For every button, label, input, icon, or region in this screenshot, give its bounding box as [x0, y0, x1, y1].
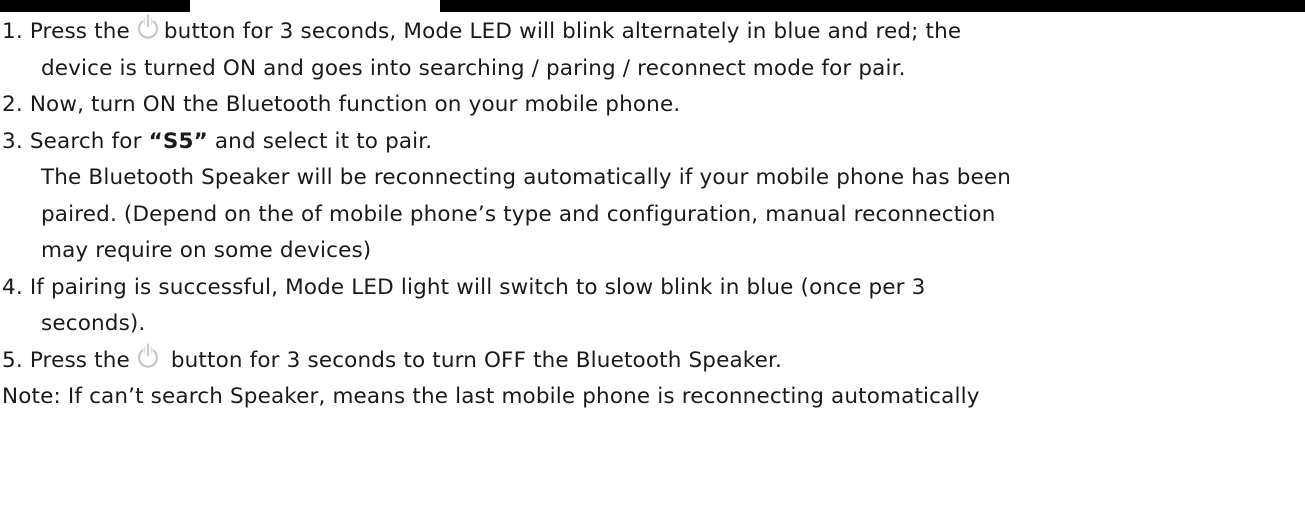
section-header-bar	[0, 0, 1305, 12]
step-text: button for 3 seconds, Mode LED will blin…	[163, 19, 962, 44]
step-1-continuation: device is turned ON and goes into search…	[41, 55, 906, 81]
step-3-detail: The Bluetooth Speaker will be reconnecti…	[41, 165, 1012, 190]
instructions: 1. Press the button for 3 seconds, Mode L…	[2, 14, 1302, 416]
device-name: “S5”	[148, 128, 208, 154]
step-number: 1.	[2, 19, 23, 44]
note: Note: If can’t search Speaker, means the…	[2, 384, 980, 409]
step-4: 4. If pairing is successful, Mode LED li…	[2, 270, 1302, 307]
step-2: 2. Now, turn ON the Bluetooth function o…	[2, 87, 1302, 124]
step-number: 4.	[2, 274, 23, 300]
step-number: 2.	[2, 92, 23, 117]
step-5: 5. Press the button for 3 seconds to tur…	[2, 342, 1302, 380]
step-text: Press the	[29, 19, 130, 44]
step-3-detail: paired. (Depend on the of mobile phone’s…	[41, 201, 996, 227]
step-text: If pairing is successful, Mode LED light…	[29, 274, 926, 300]
step-text: Search for	[29, 128, 142, 154]
step-text: button for 3 seconds to turn OFF the Blu…	[170, 347, 783, 373]
step-text: Now, turn ON the Bluetooth function on y…	[29, 92, 681, 117]
step-text: and select it to pair.	[214, 128, 433, 154]
step-3: 3. Search for “S5” and select it to pair…	[2, 124, 1302, 161]
step-number: 3.	[2, 128, 23, 154]
step-3-detail: may require on some devices)	[41, 238, 372, 263]
step-1: 1. Press the button for 3 seconds, Mode L…	[2, 14, 1302, 51]
step-4-continuation: seconds).	[41, 311, 146, 336]
power-button-icon	[134, 14, 162, 40]
power-button-icon	[134, 342, 162, 369]
step-text: Press the	[29, 347, 130, 373]
step-number: 5.	[2, 347, 23, 373]
header-notch	[190, 0, 440, 12]
